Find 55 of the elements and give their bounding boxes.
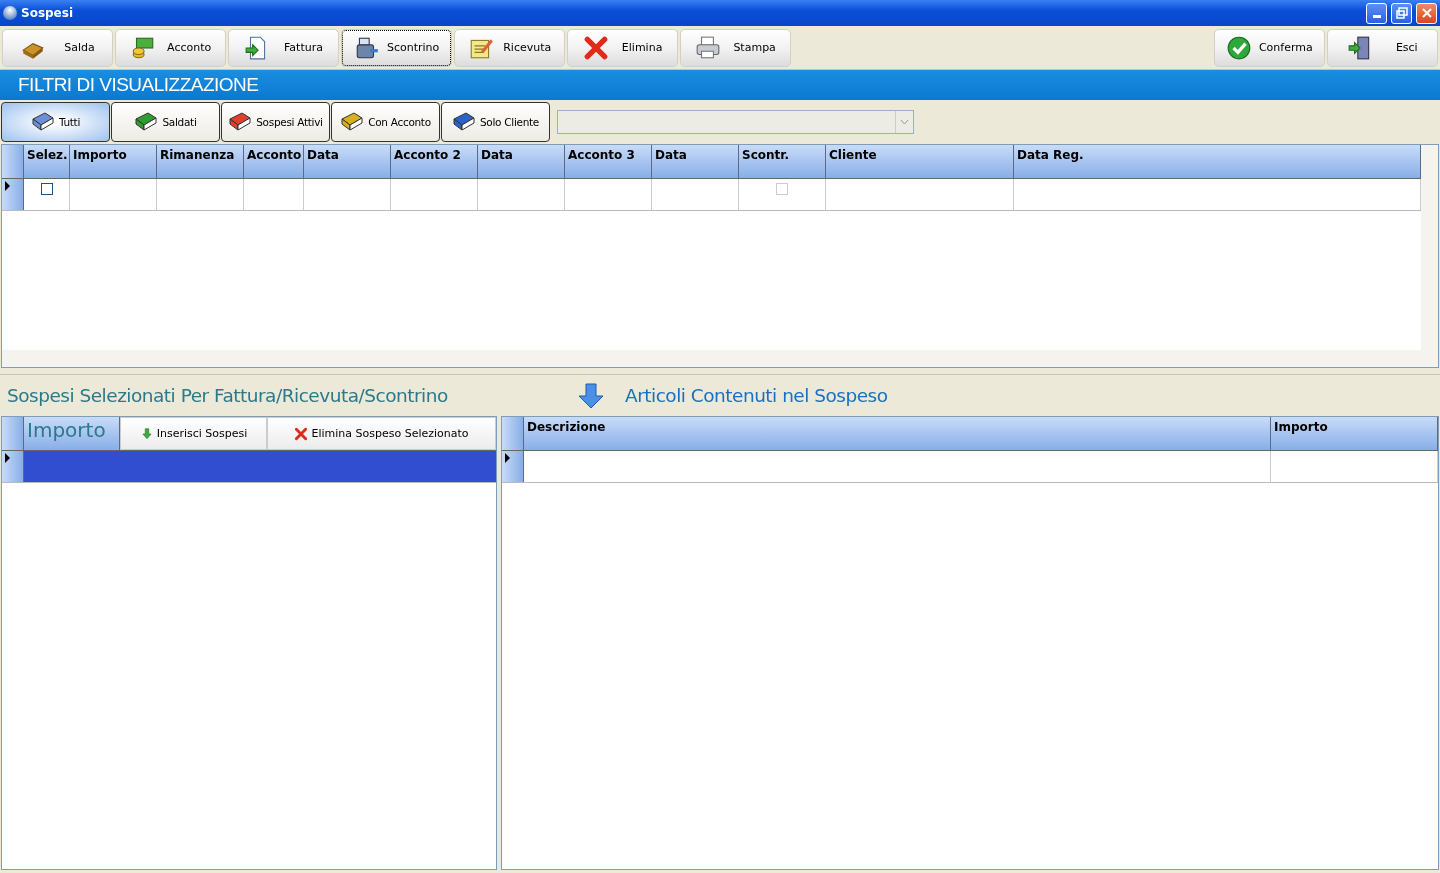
corner-header [502, 417, 524, 450]
filter-button[interactable]: Solo Cliente [441, 102, 550, 142]
toolbar-button[interactable]: Conferma [1214, 28, 1325, 67]
toolbar-button[interactable]: Ricevuta [454, 28, 565, 67]
toolbar-button[interactable]: Esci [1327, 28, 1438, 67]
chevron-down-icon [900, 119, 909, 125]
dropdown-field[interactable] [557, 110, 914, 134]
toolbar-button[interactable]: Fattura [228, 28, 339, 67]
restore-icon [1395, 7, 1408, 19]
section-title: Articoli Contenuti nel Sospeso [625, 385, 888, 406]
toolbar-button[interactable]: Stampa [680, 28, 791, 67]
close-icon [1420, 7, 1433, 19]
action-button[interactable]: Inserisci Sospesi [120, 417, 267, 450]
restore-button[interactable] [1391, 2, 1412, 24]
check-icon [1226, 34, 1253, 61]
down-arrow-icon [577, 382, 605, 409]
section-title: Sospesi Selezionati Per Fattura/Ricevuta/Scontrino [6, 385, 449, 406]
toolbar-button[interactable]: Scontrino [341, 28, 452, 67]
toolbar-button[interactable]: Elimina [567, 28, 678, 67]
delete-icon [294, 426, 309, 441]
column-header[interactable]: Data [652, 145, 739, 178]
toolbar-button[interactable]: Salda [2, 28, 113, 67]
printer-icon [695, 34, 722, 61]
table-row[interactable] [24, 451, 496, 482]
minimize-icon [1372, 15, 1381, 18]
section-header: FILTRI DI VISUALIZZAZIONE [0, 70, 1440, 100]
column-header[interactable]: Descrizione [524, 417, 1271, 450]
column-header[interactable]: Data [478, 145, 565, 178]
column-header[interactable]: Scontr. [739, 145, 826, 178]
filter-button[interactable]: Saldati [111, 102, 220, 142]
column-header[interactable]: Acconto 3 [565, 145, 652, 178]
checkbox[interactable] [40, 183, 53, 195]
window-title: Sospesi [21, 6, 74, 20]
corner-header [2, 417, 24, 450]
column-header[interactable]: Cliente [826, 145, 1014, 178]
filter-button[interactable]: Sospesi Attivi [221, 102, 330, 142]
toolbar-button[interactable]: Acconto [115, 28, 226, 67]
vertical-scrollbar[interactable] [1421, 145, 1438, 367]
minimize-button[interactable] [1366, 2, 1387, 24]
delete-icon [582, 34, 609, 61]
filter-button[interactable]: Tutti [1, 102, 110, 142]
column-header[interactable]: Acconto [244, 145, 304, 178]
app-icon [3, 6, 17, 20]
filter-button[interactable]: Con Acconto [331, 102, 440, 142]
corner-header [2, 145, 24, 178]
column-header[interactable]: Selez. [24, 145, 70, 178]
column-header[interactable]: Importo [1271, 417, 1438, 450]
horizontal-scrollbar[interactable] [2, 350, 1421, 367]
action-button[interactable]: Elimina Sospeso Selezionato [267, 417, 496, 450]
close-button[interactable] [1416, 2, 1437, 24]
column-header[interactable]: Data [304, 145, 391, 178]
down-arrow-icon [139, 426, 154, 441]
column-header[interactable]: Acconto 2 [391, 145, 478, 178]
column-header[interactable]: Rimanenza [157, 145, 244, 178]
column-header[interactable]: Importo [70, 145, 157, 178]
